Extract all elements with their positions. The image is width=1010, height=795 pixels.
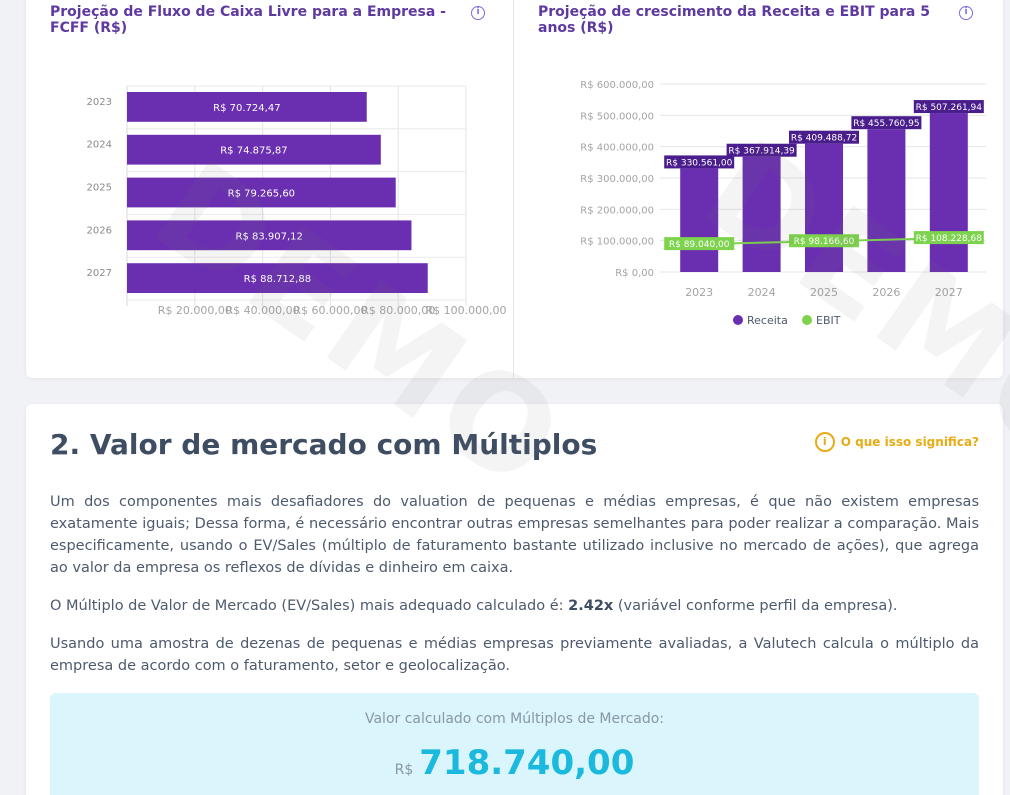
revenue-data-label: R$ 330.561,00 — [666, 158, 733, 168]
y-tick-label: R$ 200.000,00 — [580, 205, 654, 216]
fcff-bar-label: R$ 79.265,60 — [228, 189, 295, 200]
revenue-data-label: R$ 507.261,94 — [916, 103, 983, 113]
multiple-suffix: (variável conforme perfil da empresa). — [613, 598, 898, 614]
fcff-chart-title: Projeção de Fluxo de Caixa Livre para a … — [50, 4, 446, 36]
y-tick-label: 2023 — [87, 97, 112, 108]
x-tick-label: 2027 — [935, 286, 963, 299]
ebit-data-label: R$ 108.228,68 — [916, 234, 983, 244]
revenue-data-label: R$ 367.914,39 — [728, 147, 795, 157]
intro-paragraph: Um dos componentes mais desafiadores do … — [50, 494, 979, 576]
multiple-prefix: O Múltiplo de Valor de Mercado (EV/Sales… — [50, 598, 569, 614]
info-circle-icon: i — [814, 432, 835, 452]
fcff-chart-panel: Projeção de Fluxo de Caixa Livre para a … — [26, 0, 514, 378]
y-tick-label: R$ 400.000,00 — [580, 143, 654, 154]
ebit-data-label: R$ 98.166,60 — [794, 237, 855, 247]
x-tick-label: 2024 — [748, 286, 776, 299]
revenue-data-label: R$ 409.488,72 — [791, 134, 857, 144]
y-tick-label: R$ 0,00 — [615, 268, 654, 279]
y-tick-label: R$ 100.000,00 — [580, 237, 654, 248]
y-tick-label: 2026 — [87, 225, 112, 236]
fcff-bar-chart: R$ 20.000,00R$ 40.000,00R$ 60.000,00R$ 8… — [87, 85, 507, 317]
x-tick-label: R$ 80.000,00 — [361, 304, 435, 317]
revenue-ebit-chart: R$ 0,00 R$ 100.000,00 R$ 200.000,00 R$ 300.… — [580, 80, 986, 327]
result-label: Valor calculado com Múltiplos de Mercado… — [364, 711, 665, 727]
legend-marker — [733, 315, 743, 325]
x-tick-label: R$ 100.000,00 — [425, 304, 506, 317]
market-multiples-card: 2. Valor de mercado com Múltiplos i O qu… — [26, 404, 1003, 795]
section-title: 2. Valor de mercado com Múltiplos — [50, 428, 598, 461]
fcff-bar-label: R$ 74.875,87 — [220, 146, 287, 157]
fcff-bar-label: R$ 70.724,47 — [213, 103, 280, 114]
growth-chart-title: Projeção de crescimento da Receita e EBI… — [538, 4, 930, 36]
info-circle-icon[interactable]: i — [959, 6, 973, 20]
methodology-paragraph: Usando uma amostra de dezenas de pequena… — [50, 636, 979, 674]
legend-marker — [802, 315, 812, 325]
revenue-bar — [929, 113, 968, 272]
revenue-bar — [867, 129, 906, 272]
y-tick-label: R$ 300.000,00 — [580, 174, 654, 185]
y-tick-label: 2027 — [87, 268, 112, 279]
legend-label: EBIT — [816, 314, 841, 327]
result-value: R$ 718.740,00 — [50, 743, 979, 783]
help-link[interactable]: i O que isso significa? — [814, 432, 979, 452]
revenue-bar — [742, 156, 781, 272]
x-tick-label: 2026 — [872, 286, 900, 299]
result-box: Valor calculado com Múltiplos de Mercado… — [50, 693, 979, 795]
legend-label: Receita — [747, 314, 788, 327]
x-tick-label: R$ 20.000,00 — [158, 304, 232, 317]
y-tick-label: R$ 600.000,00 — [580, 80, 654, 91]
ebit-data-label: R$ 89.040,00 — [669, 240, 730, 250]
x-tick-label: 2025 — [810, 286, 838, 299]
y-tick-label: R$ 500.000,00 — [580, 111, 654, 122]
x-tick-label: R$ 40.000,00 — [226, 304, 300, 317]
revenue-bar — [805, 143, 843, 272]
y-tick-label: 2025 — [87, 183, 112, 194]
result-currency: R$ — [394, 762, 414, 778]
multiple-value: 2.42x — [568, 598, 614, 614]
y-tick-label: 2024 — [87, 140, 112, 151]
info-circle-icon[interactable]: i — [471, 6, 485, 20]
growth-chart-panel: Projeção de crescimento da Receita e EBI… — [514, 0, 1003, 378]
fcff-bar-label: R$ 88.712,88 — [244, 274, 311, 285]
revenue-bar — [680, 168, 719, 272]
fcff-bar-label: R$ 83.907,12 — [236, 231, 303, 242]
help-link-label: O que isso significa? — [840, 435, 979, 449]
x-tick-label: R$ 60.000,00 — [293, 304, 367, 317]
charts-card: Projeção de Fluxo de Caixa Livre para a … — [26, 0, 1003, 378]
result-amount: 718.740,00 — [419, 743, 635, 783]
revenue-data-label: R$ 455.760,95 — [853, 119, 919, 129]
x-tick-label: 2023 — [685, 286, 713, 299]
multiple-paragraph: O Múltiplo de Valor de Mercado (EV/Sales… — [50, 595, 979, 617]
